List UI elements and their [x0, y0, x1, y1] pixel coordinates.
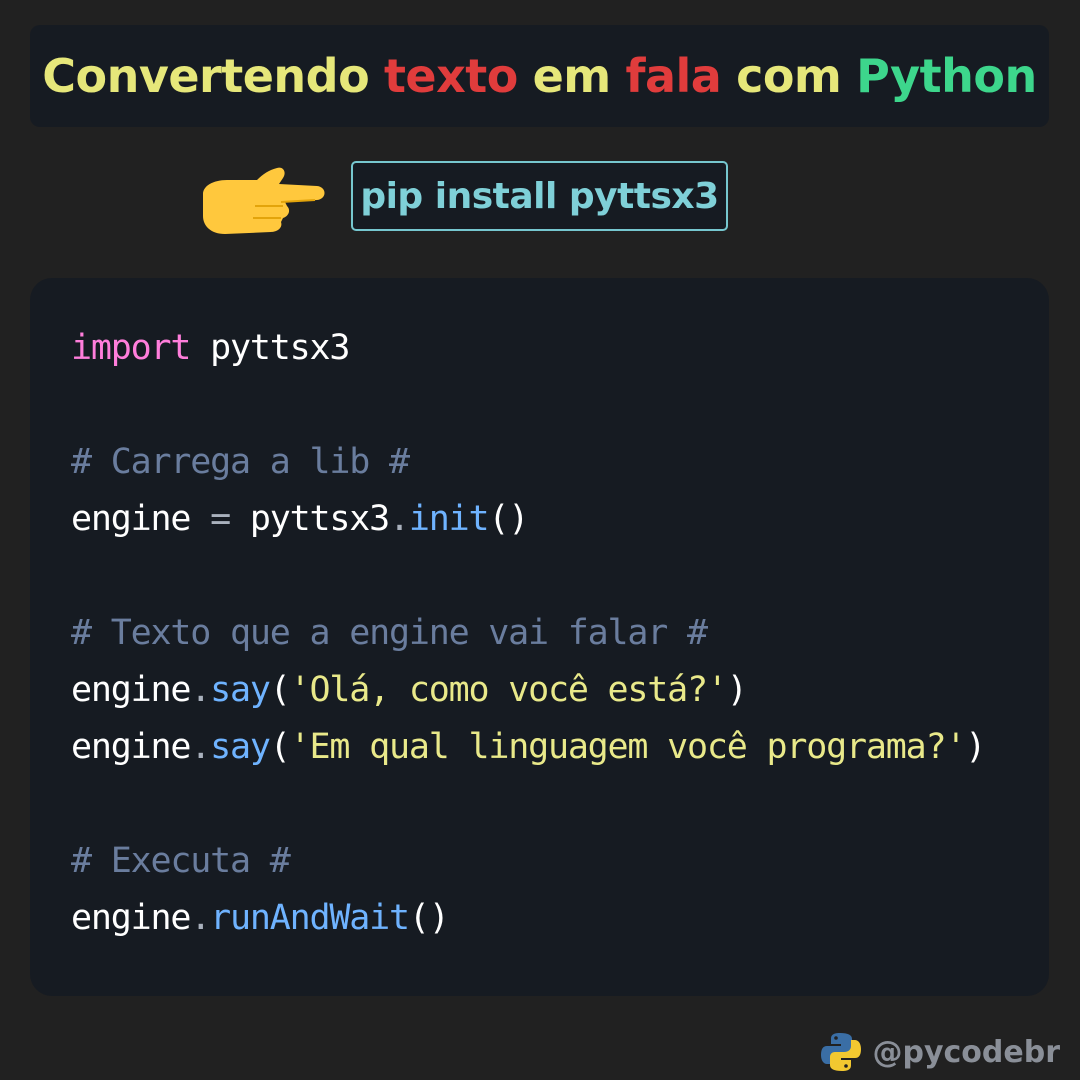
dot-operator: .: [388, 499, 410, 539]
module-name: pyttsx3: [190, 328, 350, 368]
comment-execute: # Executa #: [71, 841, 291, 881]
social-handle: @pycodebr: [872, 1034, 1060, 1070]
title-word-6: Python: [856, 49, 1037, 103]
dot-operator: .: [190, 670, 211, 710]
comment-load-lib: # Carrega a lib #: [71, 442, 410, 482]
open-paren: (: [269, 727, 291, 767]
close-paren: ): [965, 727, 986, 767]
title-word-3: em: [532, 49, 612, 103]
code-line-say-2: engine.say('Em qual linguagem você progr…: [71, 722, 986, 772]
open-paren: (: [269, 670, 291, 710]
pointing-hand-icon: [203, 167, 325, 234]
parens: (): [408, 898, 450, 938]
var-engine: engine: [71, 670, 191, 710]
string-arg: 'Olá, como você está?': [289, 670, 728, 710]
pip-install-text: pip install pyttsx3: [360, 175, 719, 217]
method-init: init: [408, 499, 490, 539]
close-paren: ): [726, 670, 748, 710]
footer-branding: @pycodebr: [820, 1028, 1060, 1076]
title-word-5: com: [736, 49, 842, 103]
method-say: say: [210, 727, 271, 767]
var-engine: engine: [71, 499, 191, 539]
code-line-import: import pyttsx3: [71, 323, 350, 373]
title-word-2: texto: [383, 49, 518, 103]
code-line-run: engine.runAndWait(): [71, 893, 450, 943]
assign-operator: =: [190, 499, 250, 539]
import-keyword: import: [71, 328, 191, 368]
var-engine: engine: [71, 898, 191, 938]
comment-text-to-speak: # Texto que a engine vai falar #: [71, 613, 708, 653]
method-say: say: [210, 670, 271, 710]
page-title: Convertendo texto em fala com Python: [30, 25, 1049, 127]
string-arg: 'Em qual linguagem você programa?': [289, 727, 967, 767]
obj-pyttsx3: pyttsx3: [249, 499, 390, 539]
parens: (): [488, 499, 529, 539]
title-word-1: Convertendo: [42, 49, 370, 103]
code-block: import pyttsx3 # Carrega a lib # engine …: [30, 278, 1049, 996]
var-engine: engine: [71, 727, 191, 767]
pip-install-command: pip install pyttsx3: [351, 161, 728, 231]
install-row: pip install pyttsx3: [0, 150, 1080, 250]
python-logo-icon: [821, 1033, 862, 1071]
dot-operator: .: [190, 898, 211, 938]
code-line-say-1: engine.say('Olá, como você está?'): [71, 665, 748, 715]
dot-operator: .: [190, 727, 211, 767]
title-word-4: fala: [625, 49, 722, 103]
code-line-init: engine = pyttsx3.init(): [71, 494, 529, 544]
method-run-and-wait: runAndWait: [210, 898, 410, 938]
